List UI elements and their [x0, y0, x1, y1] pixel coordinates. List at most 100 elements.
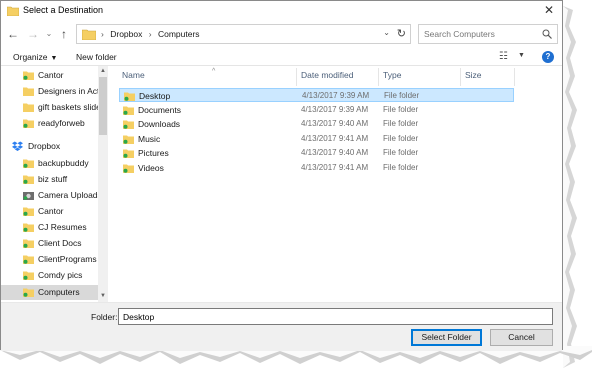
column-divider[interactable]	[514, 68, 515, 86]
sidebar-item-cantor-2[interactable]: Cantor	[1, 204, 98, 219]
sidebar-item-biz-stuff[interactable]: biz stuff	[1, 172, 98, 187]
sidebar-item-designers-in-act[interactable]: Designers in Act	[1, 84, 98, 99]
select-folder-button[interactable]: Select Folder	[411, 329, 482, 346]
sidebar-item-label: Camera Uploads	[38, 190, 98, 200]
scrollbar-thumb[interactable]	[99, 77, 107, 135]
breadcrumb-computers[interactable]: Computers	[158, 29, 200, 39]
view-options-icon[interactable]: ☷	[499, 51, 508, 62]
select-destination-dialog: Select a Destination ✕ ← → ⌄ ↑ › Dropbox…	[0, 0, 563, 351]
sidebar-item-dropbox[interactable]: Dropbox	[1, 139, 98, 154]
help-icon[interactable]: ?	[542, 51, 554, 63]
synced-folder-icon	[23, 119, 34, 128]
window-title: Select a Destination	[23, 5, 104, 15]
file-row-pictures[interactable]: Pictures 4/13/2017 9:40 AM File folder	[119, 146, 514, 160]
synced-folder-icon	[23, 255, 34, 264]
file-row-desktop[interactable]: Desktop 4/13/2017 9:39 AM File folder	[119, 88, 514, 102]
file-date: 4/13/2017 9:40 AM	[301, 119, 369, 128]
folder-icon	[23, 87, 34, 96]
navigation-row: ← → ⌄ ↑ › Dropbox › Computers ⌄ ↻	[1, 23, 562, 45]
back-arrow-icon[interactable]: ←	[6, 26, 20, 42]
up-arrow-icon[interactable]: ↑	[57, 26, 71, 42]
column-divider[interactable]	[460, 68, 461, 86]
file-date: 4/13/2017 9:41 AM	[301, 134, 369, 143]
close-icon[interactable]: ✕	[542, 3, 556, 17]
sidebar-item-computers[interactable]: Computers	[1, 285, 98, 300]
sidebar-item-client-docs[interactable]: Client Docs	[1, 236, 98, 251]
synced-folder-icon	[123, 106, 134, 115]
synced-folder-icon	[23, 271, 34, 280]
column-header-date-modified[interactable]: Date modified	[301, 70, 353, 86]
sidebar-item-camera-uploads[interactable]: Camera Uploads	[1, 188, 98, 203]
file-type: File folder	[383, 119, 419, 128]
sidebar-item-clientprograms[interactable]: ClientPrograms	[1, 252, 98, 267]
new-folder-button[interactable]: New folder	[76, 52, 117, 62]
synced-folder-icon	[23, 175, 34, 184]
torn-edge-bottom	[0, 346, 592, 364]
synced-folder-icon	[123, 149, 134, 158]
caret-down-icon: ▼	[50, 55, 58, 62]
column-divider[interactable]	[378, 68, 379, 86]
file-row-music[interactable]: Music 4/13/2017 9:41 AM File folder	[119, 132, 514, 146]
dropbox-icon	[12, 141, 23, 151]
navigation-pane-scrollbar[interactable]: ▲ ▼	[98, 66, 108, 302]
sidebar-item-label: Cantor	[38, 206, 64, 216]
file-name: Documents	[138, 105, 181, 115]
sidebar-item-label: Computers	[38, 287, 80, 297]
organize-label: Organize	[13, 52, 48, 62]
file-name: Desktop	[139, 91, 171, 101]
synced-folder-icon	[123, 135, 134, 144]
column-header-name[interactable]: Name ^	[122, 68, 215, 86]
sort-ascending-icon: ^	[212, 68, 216, 75]
refresh-icon[interactable]: ↻	[397, 27, 406, 40]
synced-folder-icon	[23, 71, 34, 80]
folder-app-icon	[7, 6, 19, 16]
sidebar-item-comdy-pics[interactable]: Comdy pics	[1, 268, 98, 283]
breadcrumb-separator: ›	[101, 29, 104, 39]
torn-edge-right	[563, 6, 577, 368]
sidebar-item-cj-resumes[interactable]: CJ Resumes	[1, 220, 98, 235]
file-name: Videos	[138, 163, 164, 173]
scroll-up-arrow-icon[interactable]: ▲	[98, 67, 108, 76]
sidebar-item-label: gift baskets slide	[38, 102, 98, 112]
cancel-button[interactable]: Cancel	[490, 329, 553, 346]
file-name: Downloads	[138, 119, 181, 129]
file-date: 4/13/2017 9:40 AM	[301, 148, 369, 157]
breadcrumb-separator: ›	[148, 29, 152, 39]
command-bar: Organize ▼ New folder ☷ ▼ ?	[1, 47, 562, 67]
sidebar-item-cantor[interactable]: Cantor	[1, 68, 98, 83]
file-row-documents[interactable]: Documents 4/13/2017 9:39 AM File folder	[119, 103, 514, 117]
organize-menu-button[interactable]: Organize ▼	[13, 52, 57, 62]
column-header-type[interactable]: Type	[383, 70, 401, 86]
sidebar-item-label: Designers in Act	[38, 86, 98, 96]
file-type: File folder	[383, 105, 419, 114]
folder-label: Folder:	[91, 312, 118, 322]
file-name: Music	[138, 134, 161, 144]
breadcrumb-dropbox[interactable]: Dropbox	[110, 29, 142, 39]
column-header-size[interactable]: Size	[465, 70, 482, 86]
sidebar-item-gift-baskets-slide[interactable]: gift baskets slide	[1, 100, 98, 115]
file-name: Pictures	[138, 148, 169, 158]
search-input[interactable]	[419, 25, 539, 43]
view-dropdown-icon[interactable]: ▼	[518, 52, 525, 59]
column-name-label: Name	[122, 70, 145, 80]
file-row-downloads[interactable]: Downloads 4/13/2017 9:40 AM File folder	[119, 117, 514, 131]
file-type: File folder	[383, 163, 419, 172]
synced-folder-icon	[123, 120, 134, 129]
folder-name-input[interactable]	[118, 308, 553, 325]
address-bar[interactable]: › Dropbox › Computers ⌄ ↻	[76, 24, 411, 44]
column-divider[interactable]	[296, 68, 297, 86]
sidebar-item-readyforweb[interactable]: readyforweb	[1, 116, 98, 131]
file-row-videos[interactable]: Videos 4/13/2017 9:41 AM File folder	[119, 161, 514, 175]
synced-folder-icon	[23, 207, 34, 216]
sidebar-item-label: readyforweb	[38, 118, 85, 128]
recent-locations-chevron-icon[interactable]: ⌄	[42, 26, 56, 42]
forward-arrow-icon[interactable]: →	[26, 26, 40, 42]
address-dropdown-icon[interactable]: ⌄	[383, 28, 390, 37]
scroll-down-arrow-icon[interactable]: ▼	[98, 292, 108, 301]
synced-folder-icon	[124, 92, 135, 101]
search-icon[interactable]	[542, 29, 552, 39]
synced-folder-icon	[23, 288, 34, 297]
sidebar-item-label: backupbuddy	[38, 158, 89, 168]
sidebar-item-backupbuddy[interactable]: backupbuddy	[1, 156, 98, 171]
dialog-footer: Folder: Select Folder Cancel	[1, 303, 562, 351]
